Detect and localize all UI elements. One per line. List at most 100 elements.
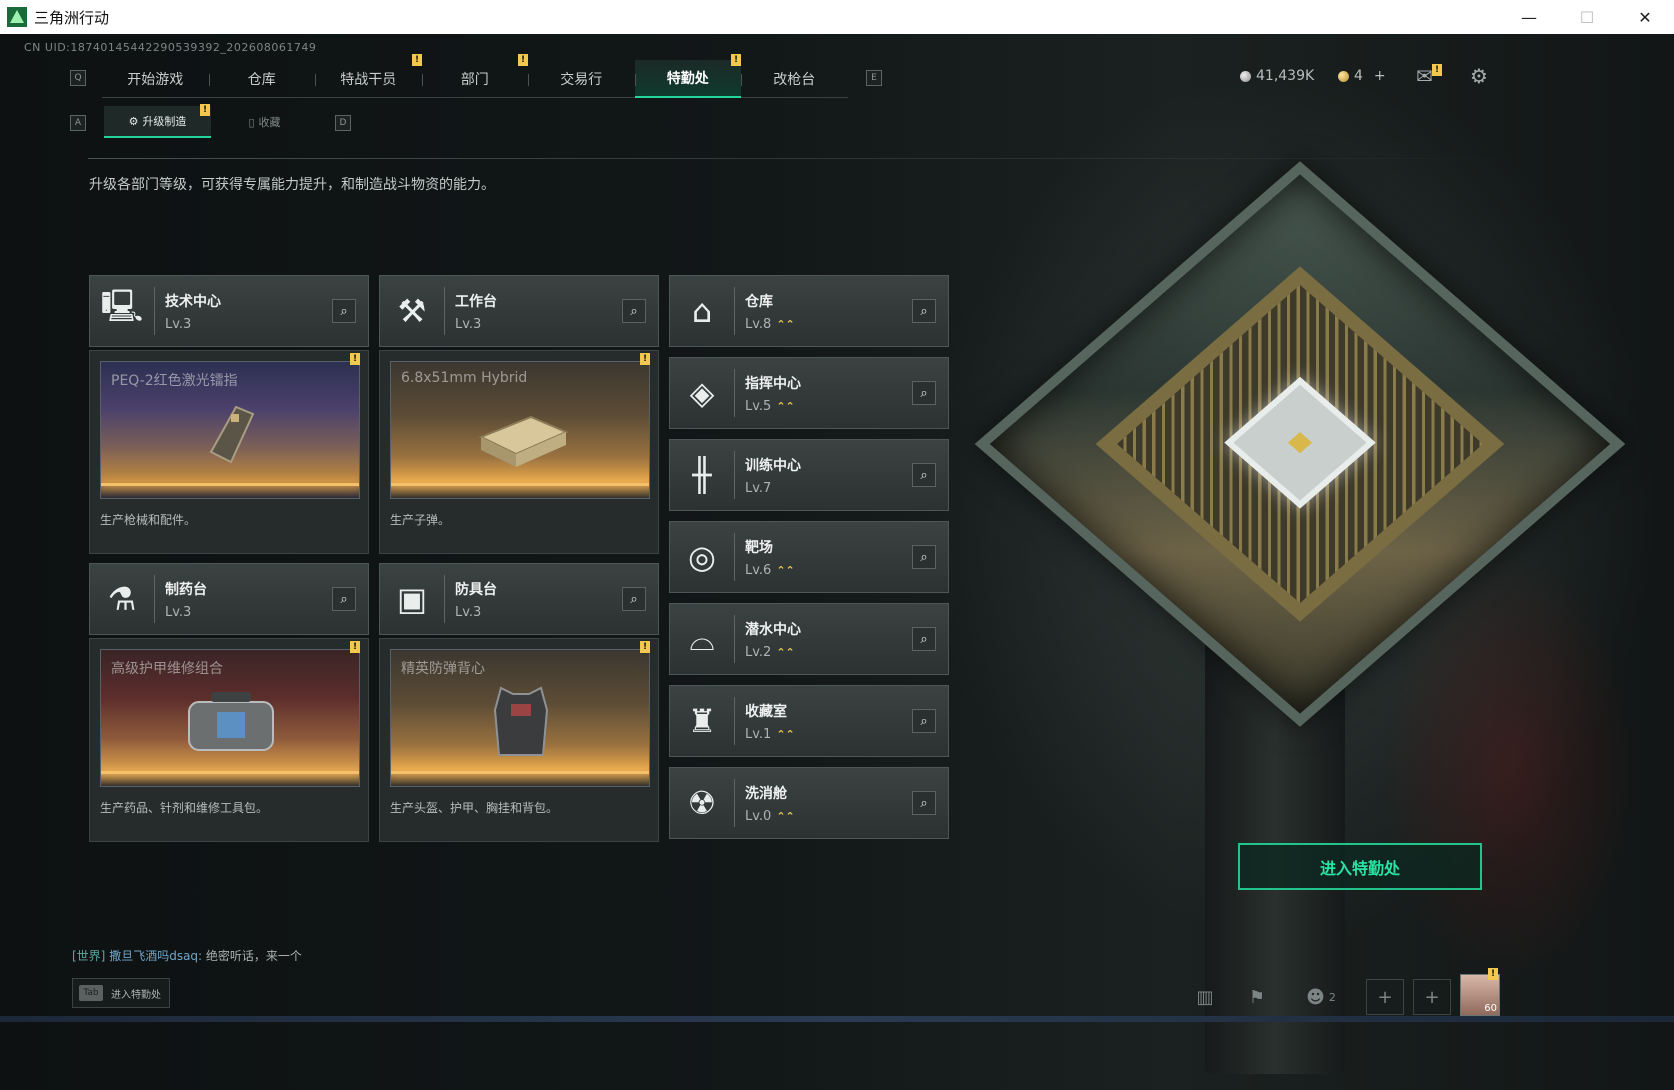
production-card-workbench[interactable]: 6.8x51mm Hybrid ! 生产子弹。	[379, 350, 659, 554]
product-image: 6.8x51mm Hybrid	[390, 361, 650, 499]
stats-chart-icon[interactable]: ▥	[1186, 979, 1224, 1015]
dumbbell-icon: ╫	[692, 456, 712, 494]
enter-special-ops-button[interactable]: 进入特勤处	[1238, 843, 1482, 890]
gold-currency[interactable]: 4 +	[1338, 68, 1386, 84]
search-icon[interactable]: ⌕	[622, 587, 646, 611]
alert-badge: !	[350, 353, 360, 365]
chat-message[interactable]: [世界] 撒旦飞酒吗dsaq: 绝密听话，来一个	[72, 947, 302, 964]
archive-icon: ▯	[248, 115, 255, 129]
microscope-icon: ⚗	[107, 580, 137, 618]
gold-coin-icon	[1338, 70, 1349, 82]
alert-badge: !	[1488, 968, 1498, 980]
player-level: 60	[1484, 1003, 1497, 1014]
facility-armor-bench[interactable]: ▣ 防具台 Lv.3 ⌕	[379, 563, 659, 635]
tab-departments[interactable]: 部门	[421, 60, 529, 98]
key-hint-a: A	[70, 115, 86, 131]
trophy-room-icon: ♜	[687, 702, 717, 740]
minimize-button[interactable]: —	[1500, 0, 1558, 34]
search-icon[interactable]: ⌕	[912, 791, 936, 815]
page-description: 升级各部门等级，可获得专属能力提升，和制造战斗物资的能力。	[89, 177, 495, 193]
search-icon[interactable]: ⌕	[912, 381, 936, 405]
search-icon[interactable]: ⌕	[912, 627, 936, 651]
friends-button[interactable]: ☻ 2	[1296, 979, 1346, 1015]
alert-badge: !	[1432, 64, 1442, 76]
window-title: 三角洲行动	[34, 8, 110, 27]
alert-badge: !	[412, 54, 422, 66]
user-uid: CN UID:18740145442290539392_202608061749	[24, 41, 317, 54]
upgrade-available-icon: ⌃⌃	[776, 317, 795, 331]
laser-sight-icon	[209, 405, 255, 464]
production-card-pharmacy[interactable]: 高级护甲维修组合 ! 生产药品、针剂和维修工具包。	[89, 638, 369, 842]
diving-mask-icon: ⌓	[689, 619, 715, 658]
mail-icon[interactable]: ✉	[1416, 64, 1433, 88]
ammo-box-icon	[478, 415, 569, 467]
search-icon[interactable]: ⌕	[622, 299, 646, 323]
upgrade-available-icon: ⌃⌃	[776, 399, 795, 413]
close-button[interactable]: ✕	[1616, 0, 1674, 34]
alert-badge: !	[200, 104, 210, 116]
decon-icon: ☢	[687, 784, 717, 822]
facility-decon-chamber[interactable]: ☢ 洗消舱 Lv.0 ⌃⌃ ⌕	[669, 767, 949, 839]
gear-icon: ⚙	[128, 114, 139, 128]
add-currency-button[interactable]: +	[1374, 68, 1386, 84]
tab-special-ops[interactable]: 特勤处	[634, 60, 741, 98]
upgrade-available-icon: ⌃⌃	[776, 645, 795, 659]
subtab-collection[interactable]: ▯ 收藏	[211, 106, 318, 138]
upgrade-available-icon: ⌃⌃	[776, 727, 795, 741]
target-icon: ◎	[688, 538, 716, 576]
sub-nav: ⚙ 升级制造 ! ▯ 收藏	[104, 104, 318, 138]
product-image: 高级护甲维修组合	[100, 649, 360, 787]
add-squad-slot-button[interactable]: +	[1366, 979, 1404, 1015]
tab-key: Tab	[79, 985, 103, 1001]
tab-gunsmith[interactable]: 改枪台	[741, 60, 848, 98]
facility-tech-center[interactable]: 🖳 技术中心 Lv.3 ⌕	[89, 275, 369, 347]
product-image: PEQ-2红色激光镭指	[100, 361, 360, 499]
facility-training-center[interactable]: ╫ 训练中心 Lv.7 ⌕	[669, 439, 949, 511]
alert-badge: !	[350, 641, 360, 653]
search-icon[interactable]: ⌕	[912, 709, 936, 733]
tab-start-game[interactable]: 开始游戏	[102, 60, 209, 98]
tab-warehouse[interactable]: 仓库	[208, 60, 316, 98]
add-squad-slot-button[interactable]: +	[1413, 979, 1451, 1015]
silver-currency: 41,439K	[1240, 68, 1314, 84]
maximize-button[interactable]: ☐	[1558, 0, 1616, 34]
silver-coin-icon	[1240, 70, 1251, 82]
facility-workbench[interactable]: ⚒ 工作台 Lv.3 ⌕	[379, 275, 659, 347]
facility-warehouse[interactable]: ⌂ 仓库 Lv.8 ⌃⌃ ⌕	[669, 275, 949, 347]
gear-icon[interactable]: ⚙	[1470, 64, 1488, 88]
subtab-upgrade-craft[interactable]: ⚙ 升级制造 !	[104, 104, 211, 138]
tools-icon: ⚒	[397, 292, 427, 330]
product-image: 精英防弹背心	[390, 649, 650, 787]
facility-diving-center[interactable]: ⌓ 潜水中心 Lv.2 ⌃⌃ ⌕	[669, 603, 949, 675]
avatar[interactable]: 60	[1460, 974, 1500, 1016]
search-icon[interactable]: ⌕	[912, 545, 936, 569]
divider	[88, 158, 1528, 159]
facility-shooting-range[interactable]: ◎ 靶场 Lv.6 ⌃⌃ ⌕	[669, 521, 949, 593]
production-card-tech[interactable]: PEQ-2红色激光镭指 ! 生产枪械和配件。	[89, 350, 369, 554]
facility-pharmacy[interactable]: ⚗ 制药台 Lv.3 ⌕	[89, 563, 369, 635]
repair-kit-bag-icon	[188, 692, 274, 751]
tab-operators[interactable]: 特战干员	[315, 60, 422, 98]
warehouse-icon: ⌂	[691, 292, 713, 330]
search-icon[interactable]: ⌕	[332, 299, 356, 323]
facility-collection-room[interactable]: ♜ 收藏室 Lv.1 ⌃⌃ ⌕	[669, 685, 949, 757]
search-icon[interactable]: ⌕	[912, 463, 936, 487]
flag-icon[interactable]: ⚑	[1238, 979, 1276, 1015]
alert-badge: !	[640, 641, 650, 653]
game-viewport: CN UID:18740145442290539392_202608061749…	[0, 34, 1674, 1090]
facility-command-center[interactable]: ◈ 指挥中心 Lv.5 ⌃⌃ ⌕	[669, 357, 949, 429]
search-icon[interactable]: ⌕	[332, 587, 356, 611]
window-titlebar: 三角洲行动 — ☐ ✕	[0, 0, 1674, 34]
monitor-icon: 🖳	[100, 287, 144, 325]
app-logo-icon	[7, 7, 27, 27]
friends-icon: ☻	[1306, 986, 1325, 1008]
alert-badge: !	[731, 54, 741, 66]
tab-trading[interactable]: 交易行	[528, 60, 635, 98]
alert-badge: !	[518, 54, 528, 66]
key-hint-d: D	[335, 115, 351, 131]
search-icon[interactable]: ⌕	[912, 299, 936, 323]
tab-shortcut-hint[interactable]: Tab 进入特勤处	[72, 978, 170, 1008]
upgrade-available-icon: ⌃⌃	[776, 809, 795, 823]
production-card-armor[interactable]: 精英防弹背心 ! 生产头盔、护甲、胸挂和背包。	[379, 638, 659, 842]
alert-badge: !	[640, 353, 650, 365]
